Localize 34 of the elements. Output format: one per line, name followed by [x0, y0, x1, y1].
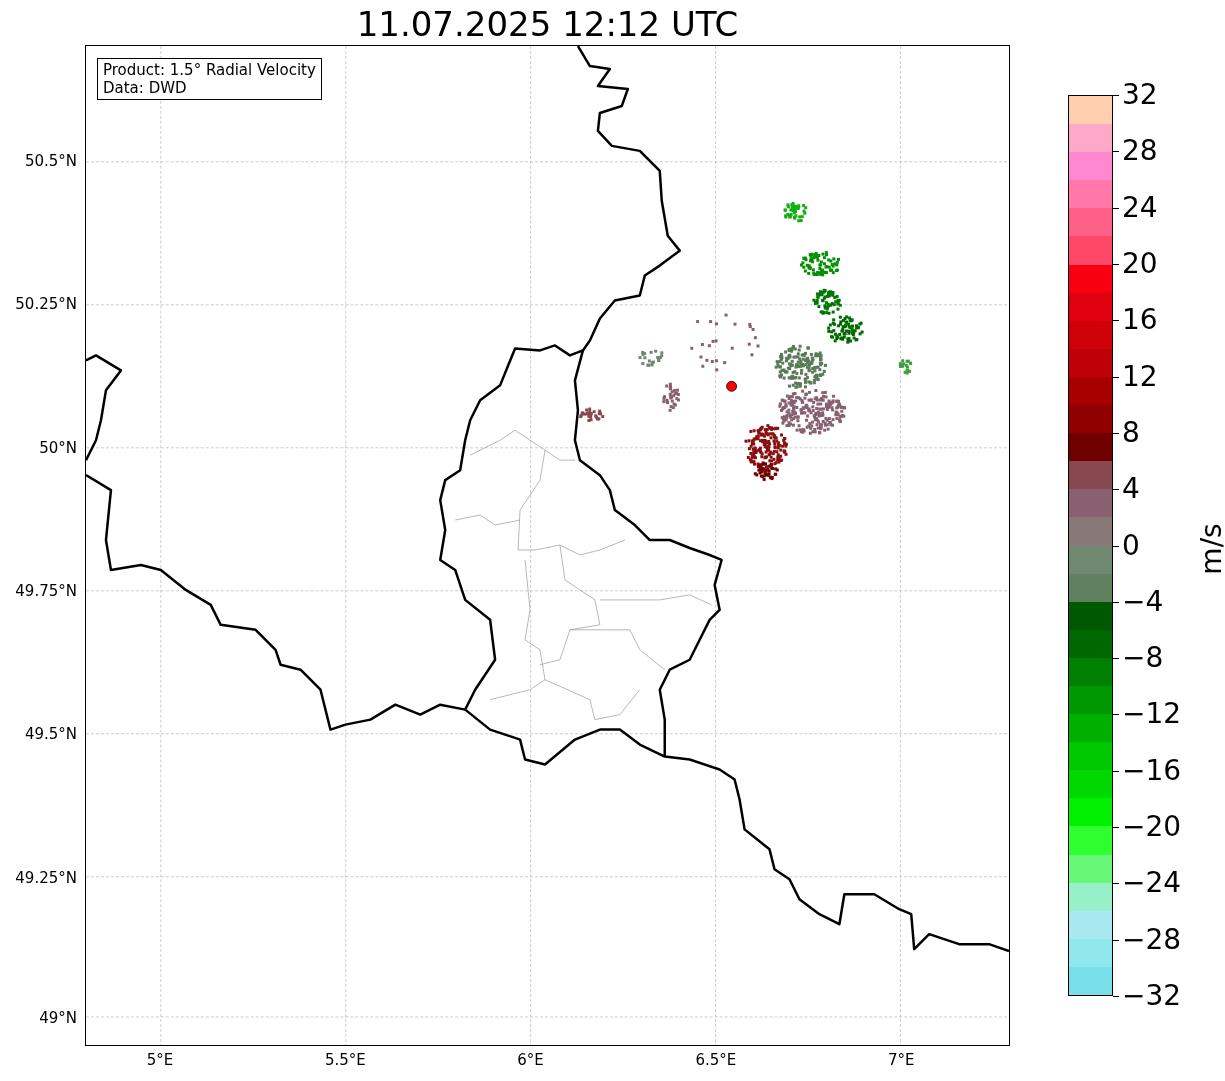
- colorbar-tick-label: −32: [1122, 980, 1182, 1012]
- colorbar-tick-label: 28: [1122, 135, 1158, 168]
- colorbar-tick-label: −28: [1122, 923, 1182, 956]
- colorbar-tick-label: 8: [1122, 416, 1140, 449]
- colorbar-tick-label: 4: [1122, 473, 1140, 506]
- latitude-label: 49.75°N: [15, 581, 77, 600]
- colorbar-tick-label: 0: [1122, 529, 1140, 562]
- longitude-label: 7°E: [887, 1051, 915, 1069]
- longitude-label: 6.5°E: [695, 1051, 737, 1069]
- colorbar-tick-label: −8: [1122, 642, 1164, 675]
- colorbar-tick-label: 16: [1122, 304, 1158, 337]
- colorbar-tick-label: −12: [1122, 698, 1182, 731]
- info-text: Product: 1.5° Radial Velocity: [103, 61, 316, 79]
- colorbar-tick-label: −4: [1122, 585, 1164, 618]
- info-text: Data: DWD: [103, 79, 188, 97]
- colorbar-tick-label: −20: [1122, 811, 1182, 844]
- latitude-label: 50°N: [39, 438, 77, 457]
- tick-mark: [1113, 996, 1119, 997]
- colorbar-tick-label: 32: [1122, 79, 1158, 111]
- latitude-label: 49°N: [39, 1009, 77, 1027]
- longitude-label: 6°E: [517, 1051, 544, 1069]
- colorbar-tick-label: 24: [1122, 191, 1158, 224]
- chart-title: 11.07.2025 12:12 UTC: [356, 3, 739, 45]
- colorbar-tick-label: 20: [1122, 247, 1158, 280]
- colorbar-unit-label: m/s: [1195, 523, 1225, 575]
- latitude-label: 49.5°N: [24, 725, 77, 744]
- latitude-label: 50.5°N: [24, 152, 77, 170]
- colorbar-tick-label: 12: [1122, 360, 1158, 393]
- longitude-label: 5°E: [146, 1051, 174, 1069]
- longitude-label: 5.5°E: [324, 1051, 366, 1069]
- latitude-label: 50.25°N: [15, 295, 77, 314]
- colorbar-tick-label: −24: [1122, 867, 1182, 900]
- colorbar-tick-label: −16: [1122, 754, 1182, 787]
- latitude-label: 49.25°N: [15, 868, 77, 887]
